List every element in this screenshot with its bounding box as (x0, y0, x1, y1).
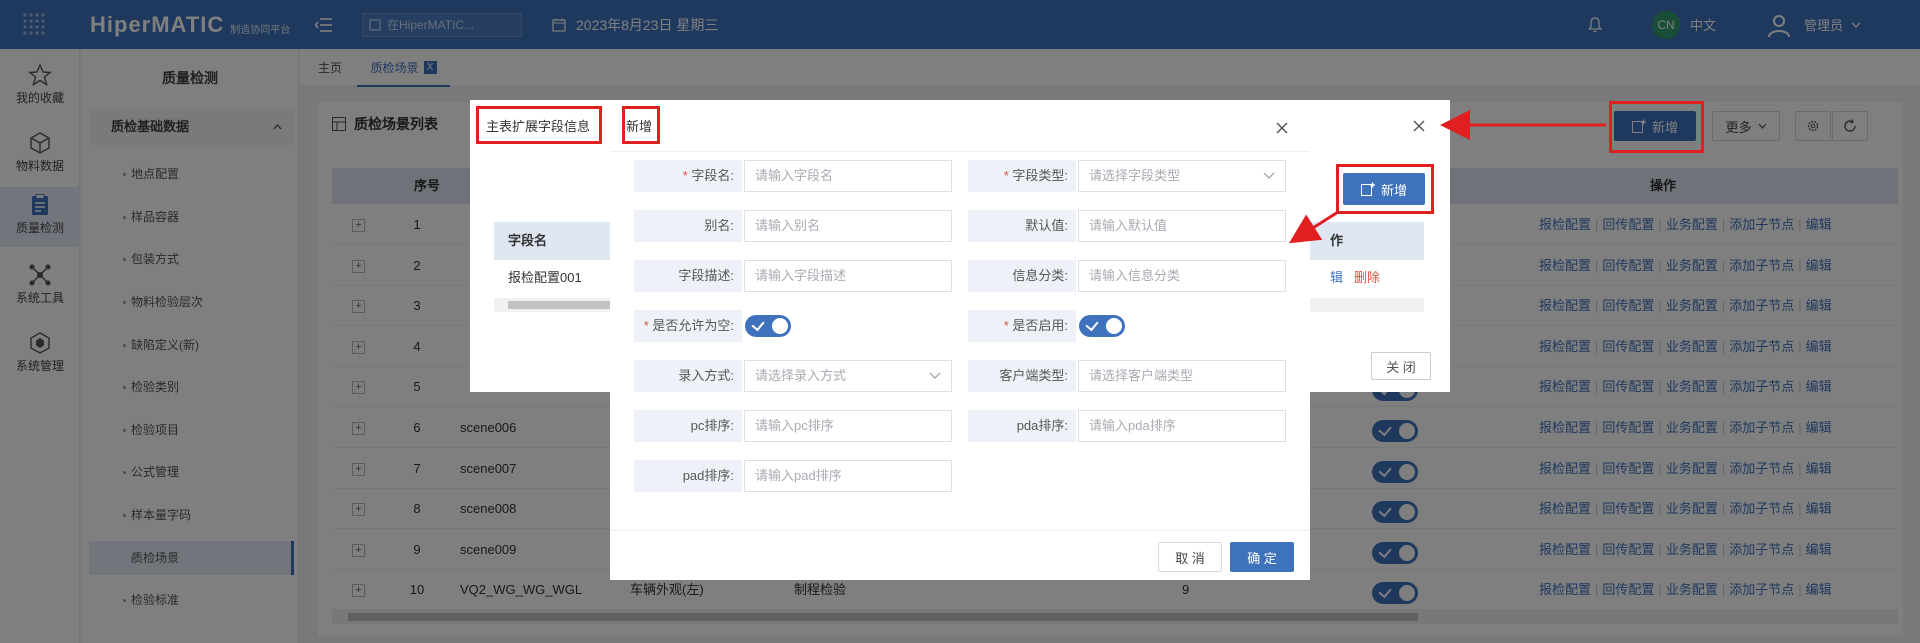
annotation-arrows (1288, 110, 1606, 244)
